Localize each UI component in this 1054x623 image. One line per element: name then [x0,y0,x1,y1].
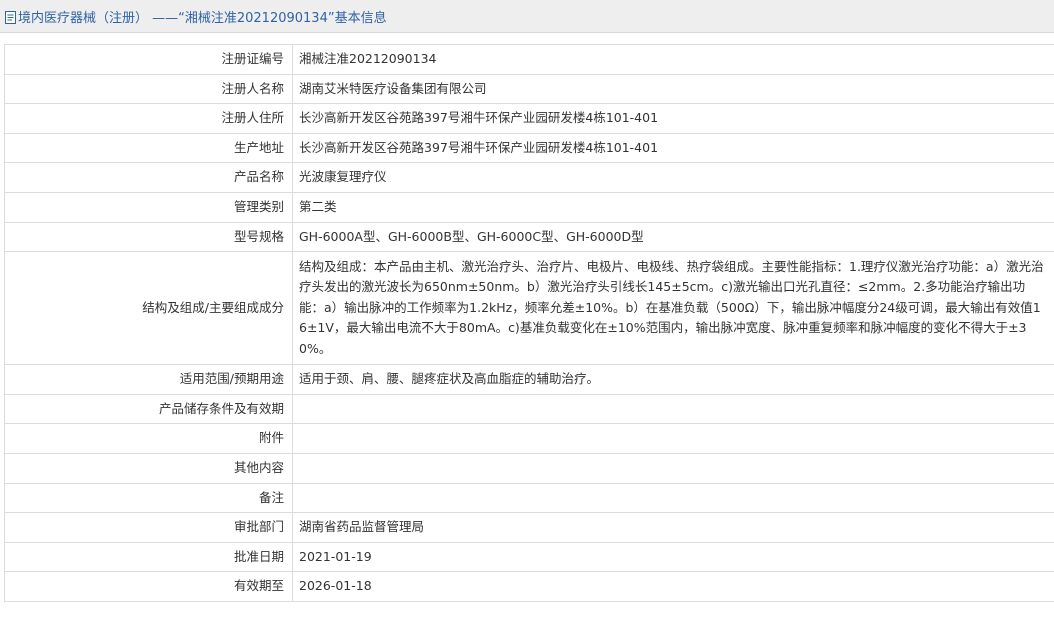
field-label: 适用范围/预期用途 [4,364,293,395]
registration-number-value: 湘械注准20212090134 [292,44,1054,75]
registrant-address-value: 长沙高新开发区谷苑路397号湘牛环保产业园研发楼4栋101-401 [292,103,1054,134]
storage-value [292,393,1054,425]
table-row: 适用范围/预期用途 适用于颈、肩、腰、腿疼症状及高血脂症的辅助治疗。 [4,364,1054,395]
table-row: 管理类别 第二类 [4,191,1054,223]
field-label: 产品储存条件及有效期 [4,393,293,425]
model-spec-value: GH-6000A型、GH-6000B型、GH-6000C型、GH-6000D型 [292,221,1054,253]
management-class-value: 第二类 [292,191,1054,223]
remarks-value [292,482,1054,514]
structure-value: 结构及组成：本产品由主机、激光治疗头、治疗片、电极片、电极线、热疗袋组成。主要性… [292,251,1054,366]
field-label: 注册人住所 [4,103,293,134]
attachment-value [292,423,1054,454]
scope-value: 适用于颈、肩、腰、腿疼症状及高血脂症的辅助治疗。 [292,364,1054,395]
production-address-value: 长沙高新开发区谷苑路397号湘牛环保产业园研发楼4栋101-401 [292,132,1054,164]
product-name-value: 光波康复理疗仪 [292,162,1054,193]
field-label: 注册人名称 [4,73,293,105]
table-row: 其他内容 [4,452,1054,484]
table-row: 型号规格 GH-6000A型、GH-6000B型、GH-6000C型、GH-60… [4,221,1054,253]
approval-dept-value: 湖南省药品监督管理局 [292,512,1054,543]
table-row: 注册证编号 湘械注准20212090134 [4,44,1054,75]
table-row: 有效期至 2026-01-18 [4,571,1054,602]
valid-until-value: 2026-01-18 [292,571,1054,602]
document-icon [5,10,16,24]
field-label: 批准日期 [4,541,293,573]
structure-text: 结构及组成：本产品由主机、激光治疗头、治疗片、电极片、电极线、热疗袋组成。主要性… [299,258,1044,356]
table-row: 产品名称 光波康复理疗仪 [4,162,1054,193]
field-label: 产品名称 [4,162,293,193]
field-label: 附件 [4,423,293,454]
page-title: 境内医疗器械（注册） ——“湘械注准20212090134”基本信息 [18,10,387,26]
field-label: 备注 [4,482,293,514]
field-label: 管理类别 [4,191,293,223]
table-row: 注册人名称 湖南艾米特医疗设备集团有限公司 [4,73,1054,105]
info-table: 注册证编号 湘械注准20212090134 注册人名称 湖南艾米特医疗设备集团有… [4,44,1054,602]
table-row: 审批部门 湖南省药品监督管理局 [4,512,1054,543]
table-row: 结构及组成/主要组成成分 结构及组成：本产品由主机、激光治疗头、治疗片、电极片、… [4,251,1054,366]
page-title-bar: 境内医疗器械（注册） ——“湘械注准20212090134”基本信息 [0,0,1054,33]
field-label: 结构及组成/主要组成成分 [4,251,293,366]
table-row: 生产地址 长沙高新开发区谷苑路397号湘牛环保产业园研发楼4栋101-401 [4,132,1054,164]
field-label: 注册证编号 [4,44,293,75]
registrant-name-value: 湖南艾米特医疗设备集团有限公司 [292,73,1054,105]
field-label: 型号规格 [4,221,293,253]
field-label: 审批部门 [4,512,293,543]
field-label: 其他内容 [4,452,293,484]
table-row: 注册人住所 长沙高新开发区谷苑路397号湘牛环保产业园研发楼4栋101-401 [4,103,1054,134]
table-row: 附件 [4,423,1054,454]
table-row: 产品储存条件及有效期 [4,393,1054,425]
table-row: 批准日期 2021-01-19 [4,541,1054,573]
field-label: 有效期至 [4,571,293,602]
table-row: 备注 [4,482,1054,514]
field-label: 生产地址 [4,132,293,164]
approval-date-value: 2021-01-19 [292,541,1054,573]
other-value [292,452,1054,484]
